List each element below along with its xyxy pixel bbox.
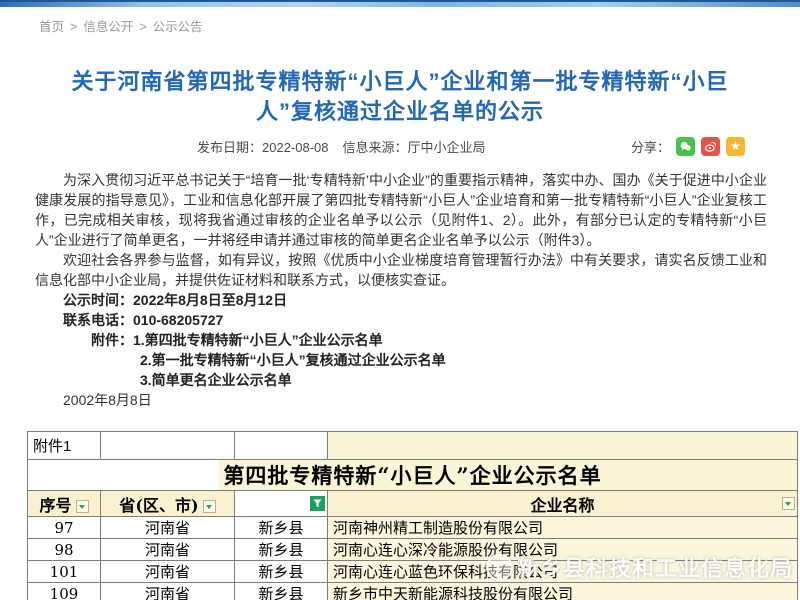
article-body: 为深入贯彻习近平总书记关于“培育一批‘专精特新’中小企业”的重要指示精神，落实中… — [35, 170, 767, 410]
cell-province: 河南省 — [101, 583, 235, 600]
table-header-row: 序号 省(区、市) 企业名称 — [28, 491, 798, 517]
favorite-star-icon[interactable]: ★ — [726, 137, 745, 156]
table-title: 第四批专精特新“小巨人”企业公示名单 — [28, 460, 798, 491]
empty-cell — [328, 432, 798, 460]
breadcrumb-separator: > — [139, 20, 146, 34]
cell-county: 新乡县 — [235, 561, 328, 583]
breadcrumb-home[interactable]: 首页 — [39, 20, 64, 34]
table-row: 98 河南省 新乡县 河南心连心深冷能源股份有限公司 — [28, 539, 798, 561]
attachment-list-item-3: 3.简单更名企业公示名单 — [35, 370, 767, 390]
filter-dropdown-icon — [76, 500, 89, 513]
header-county — [235, 491, 328, 517]
top-nav-bottom-strip — [0, 0, 800, 7]
header-province: 省(区、市) — [101, 491, 235, 517]
breadcrumb-info-disclosure[interactable]: 信息公开 — [83, 20, 133, 34]
breadcrumb: 首页 > 信息公开 > 公示公告 — [36, 16, 206, 35]
cell-company: 河南心连心蓝色环保科技有限公司 — [328, 561, 798, 583]
header-company-label: 企业名称 — [530, 496, 594, 515]
header-company: 企业名称 — [328, 491, 798, 517]
breadcrumb-public-notices[interactable]: 公示公告 — [153, 20, 203, 34]
empty-cell — [101, 432, 235, 460]
page-title: 关于河南省第四批专精特新“小巨人”企业和第一批专精特新“小巨人”复核通过企业名单… — [50, 67, 750, 127]
table-row: 101 河南省 新乡县 河南心连心蓝色环保科技有限公司 — [28, 561, 798, 583]
paragraph-1: 为深入贯彻习近平总书记关于“培育一批‘专精特新’中小企业”的重要指示精神，落实中… — [35, 170, 767, 250]
cell-county: 新乡县 — [235, 539, 328, 561]
cell-county: 新乡县 — [235, 583, 328, 600]
attachment-1-table: 附件1 第四批专精特新“小巨人”企业公示名单 序号 省(区、市) 企业名称 97… — [27, 431, 798, 600]
share-label: 分享： — [631, 137, 670, 156]
attachment-1-label: 附件1 — [28, 432, 101, 460]
cell-no: 98 — [28, 539, 101, 561]
filter-applied-icon — [310, 496, 325, 511]
header-province-label: 省(区、市) — [119, 496, 198, 515]
announcement-page: 首页 > 信息公开 > 公示公告 关于河南省第四批专精特新“小巨人”企业和第一批专精特新… — [0, 0, 800, 600]
filter-dropdown-icon — [203, 500, 216, 513]
public-time-line: 公示时间：2022年8月8日至8月12日 — [35, 290, 767, 310]
cell-no: 97 — [28, 517, 101, 539]
article-meta-row: 发布日期：2022-08-08 信息来源：厅中小企业局 分享： ★ — [0, 136, 800, 156]
cell-province: 河南省 — [101, 539, 235, 561]
contact-phone-line: 联系电话：010-68205727 — [35, 310, 767, 330]
cell-province: 河南省 — [101, 517, 235, 539]
cell-no: 101 — [28, 561, 101, 583]
publish-date: 发布日期：2022-08-08 — [197, 137, 329, 156]
attachment-list-item-2: 2.第一批专精特新“小巨人”复核通过企业公示名单 — [35, 350, 767, 370]
cell-county: 新乡县 — [235, 517, 328, 539]
empty-cell — [235, 432, 328, 460]
attachment-label-row: 附件1 — [28, 432, 798, 460]
share-bar: 分享： ★ — [631, 137, 745, 156]
weibo-share-icon[interactable] — [701, 137, 720, 156]
cell-province: 河南省 — [101, 561, 235, 583]
cell-company: 河南神州精工制造股份有限公司 — [328, 517, 798, 539]
cell-company: 河南心连心深冷能源股份有限公司 — [328, 539, 798, 561]
cell-no: 109 — [28, 583, 101, 600]
table-row: 109 河南省 新乡县 新乡市中天新能源科技股份有限公司 — [28, 583, 798, 600]
attachment-list-item-1: 附件：1.第四批专精特新“小巨人”企业公示名单 — [35, 330, 767, 350]
table-title-row: 第四批专精特新“小巨人”企业公示名单 — [28, 460, 798, 491]
wechat-share-icon[interactable] — [676, 137, 695, 156]
breadcrumb-separator: > — [70, 20, 77, 34]
table-row: 97 河南省 新乡县 河南神州精工制造股份有限公司 — [28, 517, 798, 539]
header-no: 序号 — [28, 491, 101, 517]
cell-company: 新乡市中天新能源科技股份有限公司 — [328, 583, 798, 600]
paragraph-2: 欢迎社会各界参与监督，如有异议，按照《优质中小企业梯度培育管理暂行办法》中有关要… — [35, 250, 767, 290]
header-no-label: 序号 — [39, 496, 71, 515]
info-source: 信息来源：厅中小企业局 — [343, 137, 486, 156]
filter-dropdown-icon — [782, 497, 795, 510]
sign-date: 2002年8月8日 — [35, 390, 767, 410]
